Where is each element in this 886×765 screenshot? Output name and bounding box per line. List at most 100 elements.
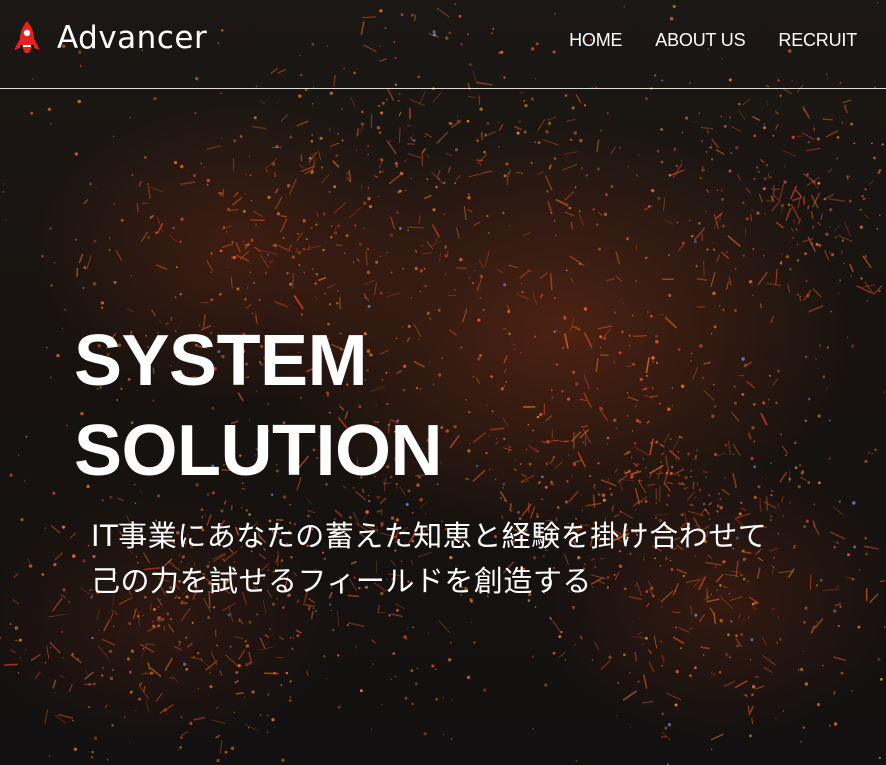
- city-light-dot: [828, 724, 832, 727]
- nav-home-link[interactable]: HOME: [569, 30, 622, 51]
- city-light-dot: [221, 137, 223, 140]
- city-light-dot: [649, 441, 653, 445]
- city-light-dot: [655, 502, 657, 504]
- city-light-dot: [850, 122, 854, 126]
- city-light-dot: [108, 249, 111, 252]
- city-light-dot: [358, 242, 362, 246]
- city-light-dot: [184, 636, 188, 639]
- city-light-dot: [303, 271, 306, 274]
- city-light-dot: [291, 647, 294, 651]
- city-light-dot: [443, 213, 445, 216]
- city-light-dot: [826, 346, 830, 349]
- city-light-dot: [330, 609, 332, 612]
- city-light-street: [258, 646, 274, 651]
- city-light-dot: [49, 122, 52, 125]
- city-light-dot: [757, 485, 761, 489]
- city-light-dot: [860, 277, 863, 280]
- city-light-dot: [640, 480, 643, 482]
- city-light-dot: [580, 494, 582, 496]
- city-light-street: [295, 629, 302, 634]
- city-light-dot: [230, 746, 235, 751]
- city-light-street: [750, 213, 752, 222]
- city-light-dot: [618, 351, 622, 355]
- city-light-dot: [192, 173, 197, 178]
- city-light-dot: [596, 388, 598, 390]
- city-light-dot: [443, 181, 446, 184]
- city-light-street: [637, 631, 642, 636]
- city-light-street: [69, 532, 77, 539]
- city-light-dot: [581, 510, 583, 512]
- nav-about-us-link[interactable]: ABOUT US: [655, 30, 745, 51]
- city-light-dot: [311, 102, 314, 105]
- city-light-dot: [518, 120, 521, 123]
- city-light-street: [335, 244, 342, 247]
- city-light-dot: [5, 219, 7, 221]
- city-light-street: [829, 531, 846, 540]
- brand-logo[interactable]: Advancer: [13, 18, 207, 58]
- city-light-dot: [709, 146, 713, 149]
- city-light-street: [10, 649, 17, 654]
- city-light-street: [449, 329, 457, 336]
- city-light-street: [661, 731, 671, 741]
- city-light-dot: [666, 503, 669, 506]
- city-light-dot: [235, 671, 239, 674]
- city-light-dot: [755, 166, 759, 169]
- city-light-dot: [730, 620, 733, 623]
- city-light-dot: [838, 292, 840, 295]
- city-light-street: [563, 333, 569, 349]
- city-light-dot: [781, 252, 784, 255]
- city-light-dot: [803, 525, 807, 529]
- city-light-street: [327, 284, 336, 289]
- city-light-street: [221, 242, 234, 249]
- city-light-dot: [710, 332, 713, 335]
- city-light-dot: [479, 354, 482, 357]
- city-light-dot: [275, 144, 279, 148]
- city-light-street: [409, 98, 425, 107]
- city-light-street: [132, 608, 137, 619]
- city-light-dot: [109, 649, 113, 654]
- city-light-street: [692, 366, 699, 380]
- city-light-street: [186, 642, 193, 648]
- city-light-dot: [606, 443, 609, 445]
- city-light-dot: [826, 388, 828, 390]
- city-light-street: [723, 680, 736, 687]
- city-light-dot: [716, 504, 720, 508]
- city-light-street: [169, 676, 174, 680]
- city-light-dot: [136, 614, 140, 618]
- hero-headline-line-2: SOLUTION: [74, 411, 443, 491]
- city-light-street: [447, 166, 451, 173]
- city-light-dot: [816, 620, 819, 623]
- city-light-street: [781, 445, 789, 454]
- city-light-street: [671, 437, 680, 453]
- city-light-dot: [128, 670, 132, 674]
- city-light-dot: [395, 165, 399, 168]
- city-light-dot: [242, 209, 246, 213]
- city-light-dot: [591, 659, 594, 661]
- city-light-dot: [762, 254, 765, 257]
- city-light-dot: [2, 190, 5, 193]
- city-light-dot: [681, 241, 685, 245]
- city-light-street: [572, 459, 583, 464]
- city-light-dot: [341, 108, 343, 111]
- city-light-dot: [656, 149, 660, 153]
- city-light-dot: [444, 254, 448, 258]
- city-light-dot: [292, 637, 295, 639]
- city-light-dot: [414, 682, 418, 686]
- city-light-dot: [688, 219, 691, 222]
- city-light-dot: [259, 714, 262, 716]
- city-light-dot: [494, 478, 497, 481]
- city-light-dot: [550, 211, 553, 214]
- city-light-dot: [217, 191, 220, 194]
- city-light-dot: [431, 664, 435, 668]
- city-light-dot: [329, 91, 333, 95]
- city-light-dot: [784, 166, 786, 168]
- city-light-dot: [627, 165, 629, 168]
- nav-recruit-link[interactable]: RECRUIT: [778, 30, 857, 51]
- city-light-dot: [315, 273, 319, 276]
- city-light-street: [775, 221, 785, 229]
- city-light-dot: [297, 232, 300, 235]
- city-light-dot: [689, 674, 692, 677]
- city-light-dot: [638, 617, 640, 619]
- city-light-dot: [797, 243, 799, 246]
- city-light-dot: [527, 423, 530, 426]
